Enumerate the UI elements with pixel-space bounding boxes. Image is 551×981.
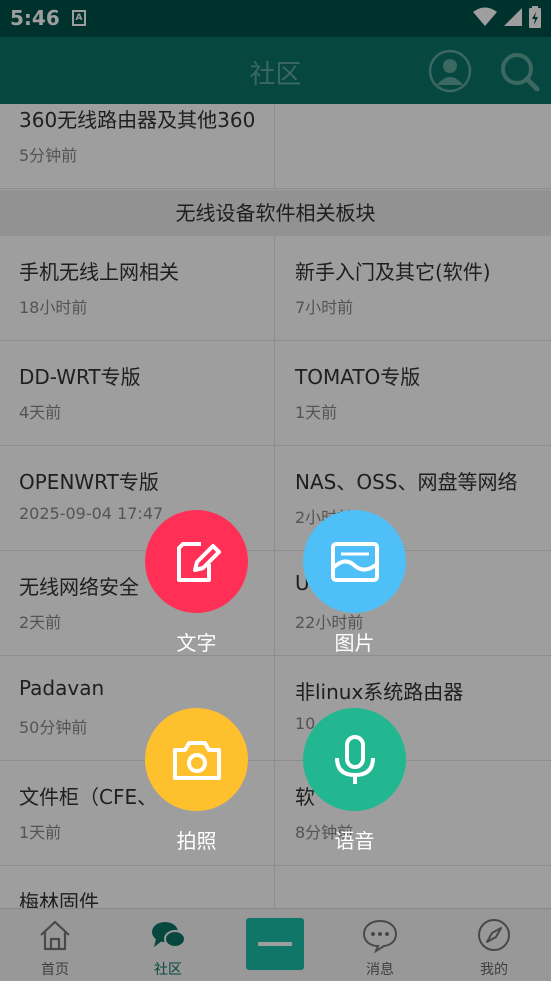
text-post-button[interactable] — [145, 510, 248, 613]
image-icon — [331, 542, 379, 582]
camera-post-label: 拍照 — [176, 829, 217, 853]
image-post-button[interactable] — [303, 510, 406, 613]
edit-icon — [177, 542, 221, 582]
voice-post-label: 语音 — [334, 829, 375, 853]
text-post-label: 文字 — [176, 631, 217, 655]
voice-post-button[interactable] — [303, 708, 406, 811]
image-post-label: 图片 — [334, 631, 375, 655]
mic-icon — [335, 735, 375, 784]
action-overlay[interactable]: 文字 图片 拍照 语音 — [0, 0, 551, 981]
camera-icon — [173, 741, 221, 780]
camera-post-button[interactable] — [145, 708, 248, 811]
